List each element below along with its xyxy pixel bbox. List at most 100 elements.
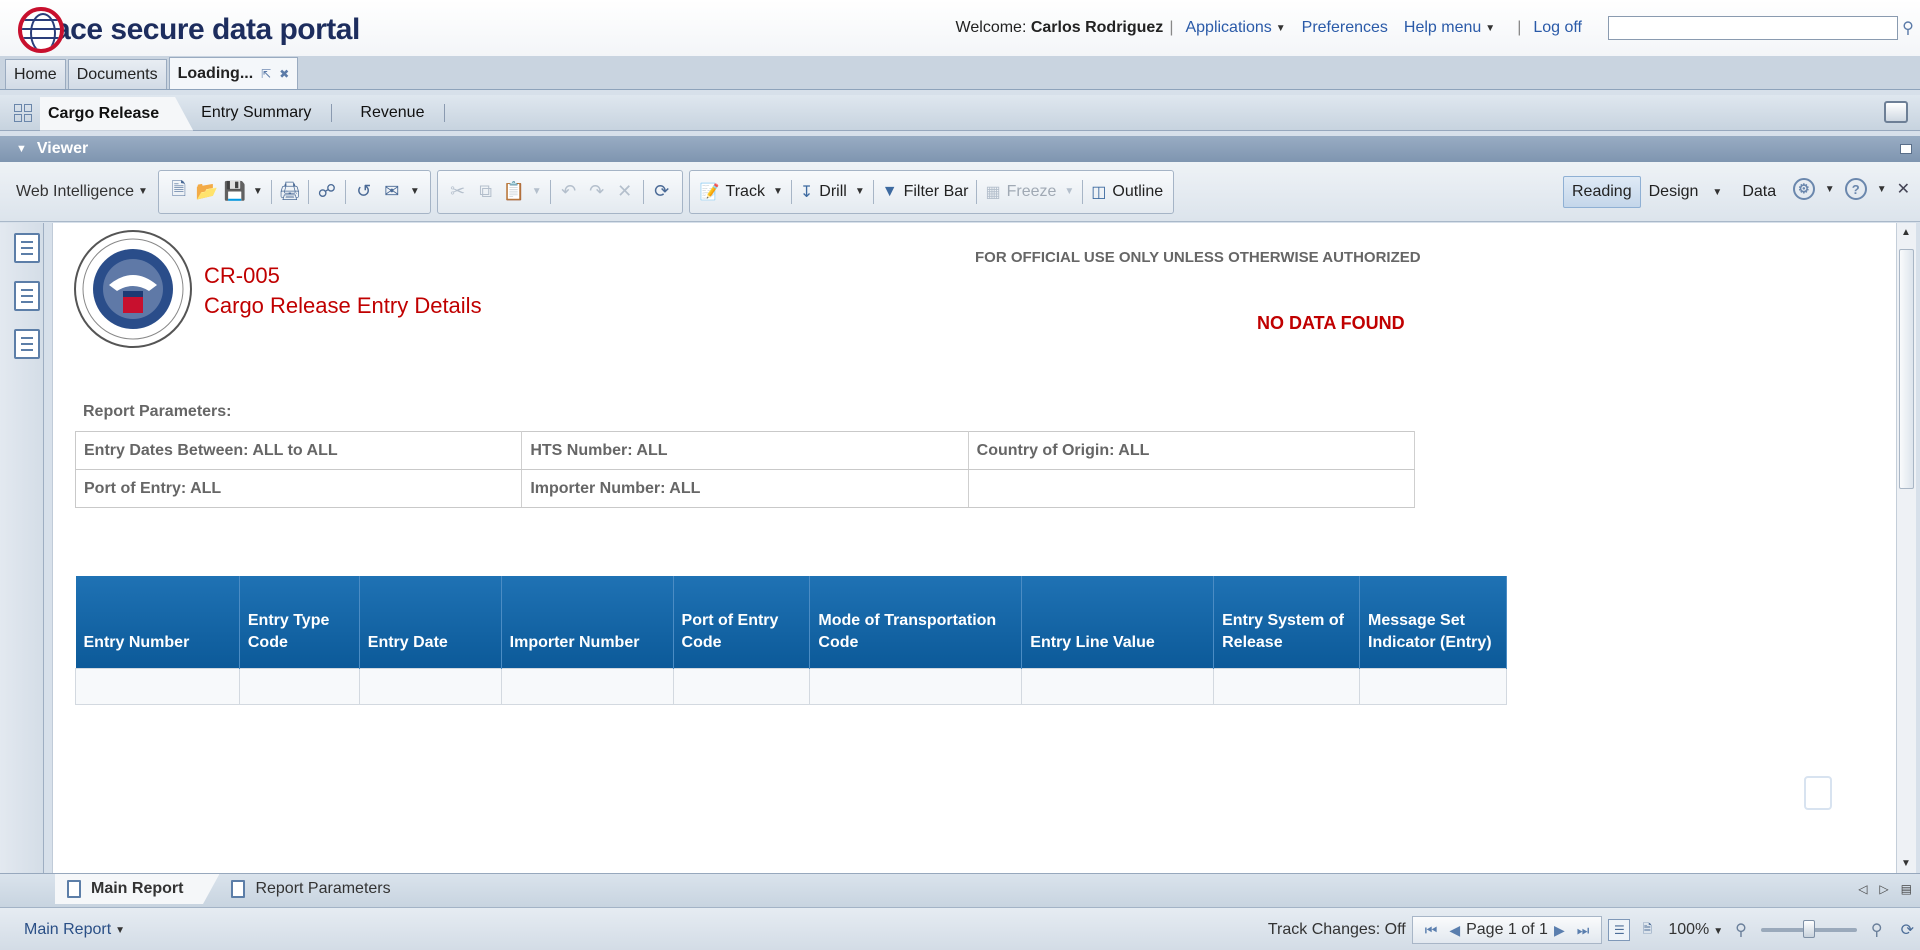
caret-down-icon[interactable]: ▼: [532, 186, 542, 197]
caret-down-icon[interactable]: ▼: [855, 186, 865, 197]
log-off-link[interactable]: Log off: [1533, 19, 1582, 37]
page-mode-icon[interactable]: 🗎: [1636, 919, 1658, 941]
global-search-input[interactable]: [1608, 16, 1898, 40]
navigation-map-icon[interactable]: [14, 281, 40, 311]
column-header[interactable]: Entry Line Value: [1021, 576, 1215, 668]
quick-display-mode-icon[interactable]: ☰: [1608, 919, 1631, 941]
print-icon[interactable]: 🖨: [276, 177, 304, 207]
refresh-icon[interactable]: ⟳: [1901, 920, 1914, 940]
preferences-link[interactable]: Preferences: [1302, 19, 1388, 37]
column-header[interactable]: Importer Number: [501, 576, 674, 668]
tab-report-parameters[interactable]: Report Parameters: [219, 874, 410, 904]
scroll-up-icon[interactable]: ▲: [1901, 227, 1911, 238]
scroll-down-icon[interactable]: ▼: [1901, 858, 1911, 869]
toolbar-right-icons: ⚙ ▼ ? ▼ ✕: [1792, 178, 1910, 200]
copy-icon[interactable]: ⧉: [472, 177, 500, 207]
minimize-icon[interactable]: [1900, 144, 1912, 154]
caret-down-icon[interactable]: ▼: [253, 186, 263, 197]
filter-bar-button[interactable]: ▼ Filter Bar: [878, 183, 973, 201]
portal-logo: ace secure data portal: [18, 6, 360, 54]
zoom-slider[interactable]: [1760, 920, 1857, 938]
last-page-icon[interactable]: ⏭: [1577, 922, 1590, 939]
close-icon[interactable]: ✖: [279, 67, 289, 81]
reading-mode-button[interactable]: Reading: [1563, 176, 1641, 208]
tab-next-icon[interactable]: ▷: [1879, 882, 1888, 896]
column-header[interactable]: Mode of Transportation Code: [809, 576, 1023, 668]
caret-down-icon[interactable]: ▼: [1712, 187, 1722, 198]
printer-icon[interactable]: [1884, 101, 1908, 123]
zoom-out-icon[interactable]: ⚲: [1735, 920, 1747, 940]
column-header[interactable]: Entry Date: [359, 576, 502, 668]
column-header[interactable]: Port of Entry Code: [673, 576, 811, 668]
tab-list-icon[interactable]: ▤: [1901, 882, 1912, 896]
tab-main-report[interactable]: Main Report: [55, 874, 220, 904]
tab-revenue[interactable]: Revenue: [352, 96, 444, 130]
table-cell: [1021, 667, 1215, 705]
open-folder-icon[interactable]: 📂: [193, 177, 221, 207]
outline-button[interactable]: ◫ Outline: [1087, 182, 1167, 202]
column-header[interactable]: Message Set Indicator (Entry): [1359, 576, 1507, 668]
table-row: [75, 667, 1507, 705]
tab-home[interactable]: Home: [5, 59, 66, 89]
main-report-dropdown[interactable]: Main Report ▼: [24, 921, 129, 939]
report-icon: [67, 880, 81, 898]
delete-icon[interactable]: ✕: [611, 177, 639, 207]
caret-down-icon[interactable]: ▼: [1877, 184, 1887, 195]
design-mode-button[interactable]: Design ▼: [1641, 176, 1735, 208]
paste-icon[interactable]: 📋: [500, 177, 528, 207]
vertical-scrollbar[interactable]: ▲ ▼: [1896, 223, 1916, 873]
save-icon[interactable]: 💾: [221, 177, 249, 207]
settings-gear-icon[interactable]: ⚙: [1792, 178, 1815, 200]
tab-documents[interactable]: Documents: [67, 59, 167, 89]
caret-down-icon[interactable]: ▼: [773, 186, 783, 197]
previous-page-icon[interactable]: ◀: [1449, 922, 1460, 939]
page-navigator-widget[interactable]: [1782, 748, 1852, 838]
tab-loading-label: Loading...: [177, 64, 254, 82]
viewer-bar[interactable]: ▼ Viewer: [0, 136, 1920, 162]
caret-down-icon[interactable]: ▼: [1064, 186, 1074, 197]
zoom-slider-knob[interactable]: [1802, 920, 1815, 938]
param-entry-dates: Entry Dates Between: ALL to ALL: [74, 431, 523, 470]
help-menu[interactable]: Help menu ▼: [1404, 19, 1495, 37]
tab-cargo-release[interactable]: Cargo Release: [40, 96, 194, 131]
divider: |: [1517, 19, 1522, 36]
zoom-in-icon[interactable]: ⚲: [1871, 920, 1883, 940]
page-indicator[interactable]: Page 1 of 1: [1466, 921, 1548, 939]
zoom-dropdown[interactable]: 100% ▼: [1668, 921, 1727, 939]
cut-icon[interactable]: ✂: [444, 177, 472, 207]
applications-menu[interactable]: Applications ▼: [1185, 19, 1285, 37]
document-summary-icon[interactable]: [14, 233, 40, 263]
caret-down-icon[interactable]: ▼: [1825, 184, 1835, 195]
help-icon[interactable]: ?: [1844, 178, 1867, 200]
drill-button[interactable]: ↧ Drill: [796, 182, 851, 202]
collapse-triangle-icon[interactable]: ▼: [16, 143, 27, 155]
tab-entry-summary[interactable]: Entry Summary: [193, 96, 331, 130]
popout-icon[interactable]: ⇱: [261, 67, 271, 81]
refresh-icon[interactable]: ⟳: [648, 177, 676, 207]
tab-prev-icon[interactable]: ◁: [1858, 882, 1867, 896]
find-binoculars-icon[interactable]: ☍: [313, 177, 341, 207]
web-intelligence-menu[interactable]: Web Intelligence ▼: [16, 183, 152, 201]
column-header[interactable]: Entry Type Code: [239, 576, 360, 668]
column-header[interactable]: Entry Number: [75, 576, 240, 668]
first-page-icon[interactable]: ⏮: [1425, 922, 1438, 939]
data-mode-button[interactable]: Data: [1734, 176, 1784, 208]
input-controls-icon[interactable]: [14, 329, 40, 359]
undo-icon[interactable]: ↶: [555, 177, 583, 207]
email-icon[interactable]: ✉: [378, 177, 406, 207]
column-header[interactable]: Entry System of Release: [1213, 576, 1361, 668]
grid-icon[interactable]: [12, 102, 34, 124]
tab-loading[interactable]: Loading... ⇱ ✖: [168, 57, 299, 89]
redo-icon[interactable]: ↷: [583, 177, 611, 207]
page-navigator-icon: [1804, 776, 1832, 810]
caret-down-icon[interactable]: ▼: [410, 186, 420, 197]
track-button[interactable]: 📝 Track: [696, 182, 769, 202]
header-nav: Welcome: Carlos Rodriguez | Applications…: [956, 16, 1920, 40]
freeze-button[interactable]: ▦ Freeze: [981, 182, 1060, 202]
next-page-icon[interactable]: ▶: [1554, 922, 1565, 939]
search-icon[interactable]: ⚲: [1898, 16, 1918, 40]
history-icon[interactable]: ↺: [350, 177, 378, 207]
scrollbar-thumb[interactable]: [1899, 249, 1914, 489]
close-icon[interactable]: ✕: [1897, 179, 1910, 199]
new-document-icon[interactable]: 🗎: [165, 177, 193, 207]
